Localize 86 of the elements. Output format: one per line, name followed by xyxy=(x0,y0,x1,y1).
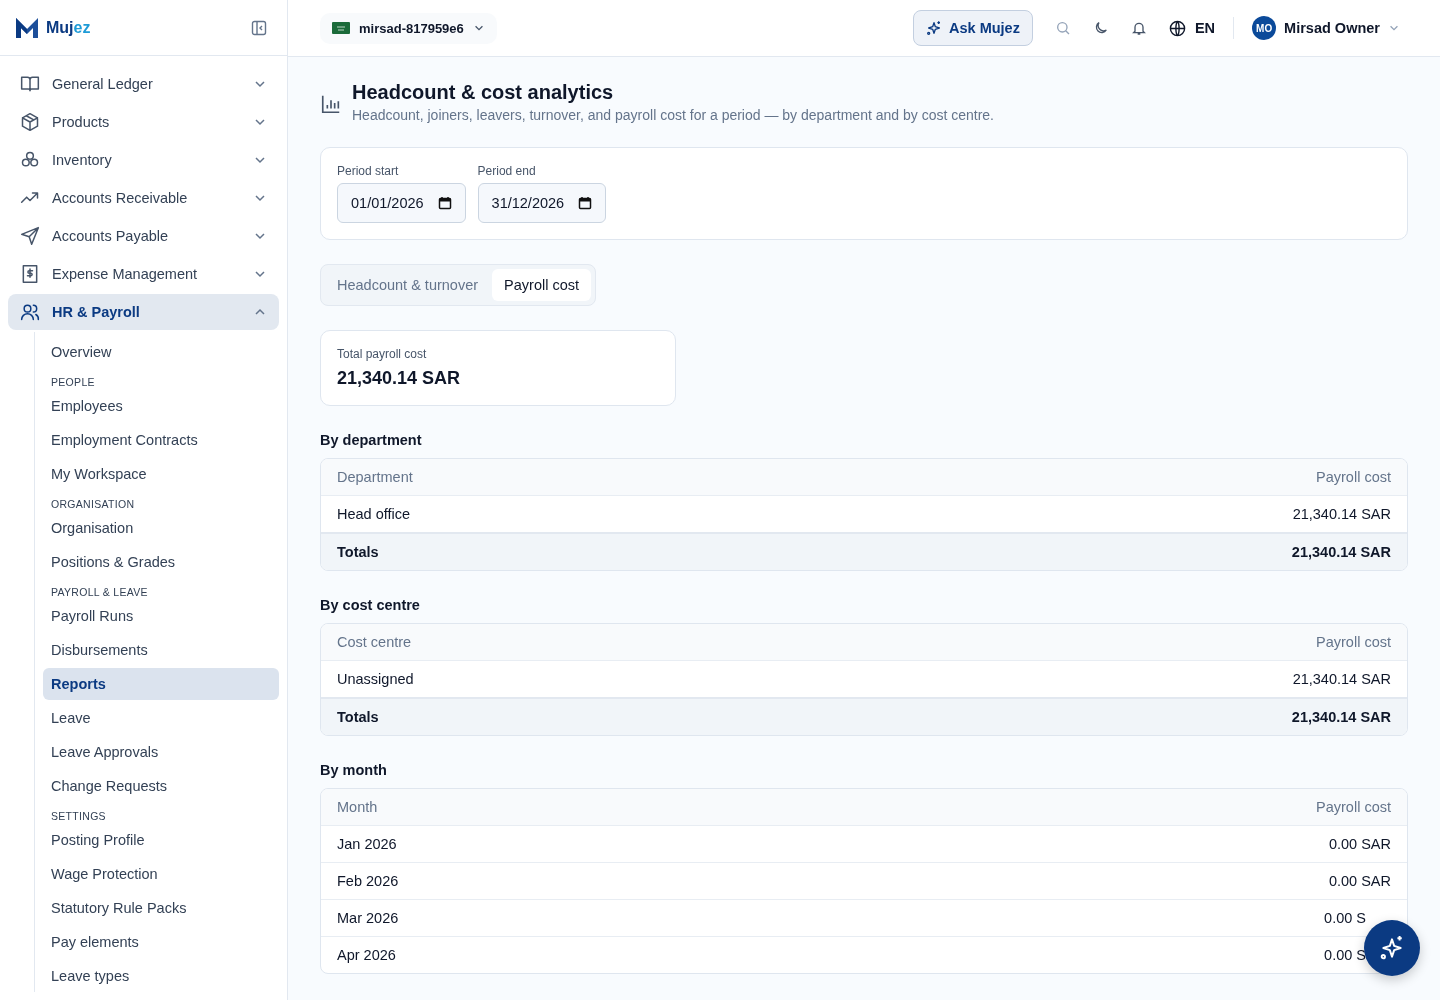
column-header: Payroll cost xyxy=(1316,634,1391,650)
nav-subitem[interactable]: Leave Approvals xyxy=(43,736,279,768)
sidebar-toggle-icon[interactable] xyxy=(251,19,267,36)
avatar: MO xyxy=(1252,16,1277,40)
page-title: Headcount & cost analytics xyxy=(352,81,615,104)
nav-subitem[interactable]: My Workspace xyxy=(43,458,279,490)
nav-subitem[interactable]: Organisation xyxy=(43,512,279,544)
globe-icon xyxy=(1168,19,1186,37)
table-cell: Unassigned xyxy=(337,671,414,687)
calendar-icon xyxy=(437,196,452,210)
column-header: Cost centre xyxy=(337,634,412,650)
section-title: By month xyxy=(320,762,388,778)
nav-subitem[interactable]: Leave types xyxy=(43,960,279,992)
section-heading: SETTINGS xyxy=(50,809,107,824)
summary-value: 21,340.14 SAR xyxy=(337,368,462,389)
nav-item[interactable]: HR & Payroll xyxy=(8,294,279,330)
field-label: Period start xyxy=(337,164,400,178)
language-switcher[interactable]: EN xyxy=(1168,19,1216,37)
logo-icon xyxy=(15,16,39,39)
section-heading: PEOPLE xyxy=(50,375,96,390)
bar-chart-icon xyxy=(320,93,342,115)
receipt-icon xyxy=(20,264,40,284)
table-cell: 21,340.14 SAR xyxy=(1292,506,1391,522)
nav-subitem[interactable]: Employment Contracts xyxy=(43,424,279,456)
column-header: Month xyxy=(337,799,378,815)
nav-subitem[interactable]: Change Requests xyxy=(43,770,279,802)
table-cell: Jan 2026 xyxy=(337,836,397,852)
column-header: Payroll cost xyxy=(1316,799,1391,815)
cubes-icon xyxy=(20,150,40,170)
table-cell: Head office xyxy=(337,506,411,522)
flag-icon xyxy=(332,22,350,34)
table-cell: Apr 2026 xyxy=(337,947,396,963)
assistant-button[interactable] xyxy=(1364,920,1420,976)
table-cell: Feb 2026 xyxy=(337,873,399,889)
date-field[interactable]: 01/01/2026 xyxy=(337,183,466,223)
total-cell: Totals xyxy=(337,544,379,560)
section-heading: ORGANISATION xyxy=(50,497,136,512)
send-icon xyxy=(20,226,40,246)
logo-text: Mujez xyxy=(46,18,91,37)
total-cell: 21,340.14 SAR xyxy=(1291,544,1391,560)
nav-subitem[interactable]: Pay elements xyxy=(43,926,279,958)
sparkle-icon xyxy=(926,20,943,36)
nav-subitem[interactable]: Leave xyxy=(43,702,279,734)
nav-subitem[interactable]: Statutory Rule Packs xyxy=(43,892,279,924)
table-cell: Mar 2026 xyxy=(337,910,399,926)
user-menu[interactable]: MO Mirsad Owner xyxy=(1252,16,1400,40)
table-cell: 0.00 SAR xyxy=(1328,836,1391,852)
nav-subitem[interactable]: Employees xyxy=(43,390,279,422)
section-title: By department xyxy=(320,432,423,448)
tab[interactable]: Payroll cost xyxy=(492,269,591,301)
nav-subitem[interactable]: Payroll Runs xyxy=(43,600,279,632)
field-label: Period end xyxy=(477,164,537,178)
section-title: By cost centre xyxy=(320,597,421,613)
table-cell: 0.00 S xyxy=(1324,910,1366,926)
nav-item[interactable]: Products xyxy=(8,104,279,140)
tab[interactable]: Headcount & turnover xyxy=(325,269,491,301)
summary-label: Total payroll cost xyxy=(337,347,428,361)
nav-subitem[interactable]: Wage Protection xyxy=(43,858,279,890)
nav-subitem[interactable]: Posting Profile xyxy=(43,824,279,856)
column-header: Payroll cost xyxy=(1316,469,1391,485)
nav-subitem[interactable]: Disbursements xyxy=(43,634,279,666)
nav-subitem[interactable]: Positions & Grades xyxy=(43,546,279,578)
sparkle-icon xyxy=(1379,935,1405,961)
section-heading: PAYROLL & LEAVE xyxy=(50,585,149,600)
page-subtitle: Headcount, joiners, leavers, turnover, and payroll cost for a period — by department and by cost centre. xyxy=(352,107,994,123)
nav-item[interactable]: Accounts Receivable xyxy=(8,180,279,216)
nav-item[interactable]: Accounts Payable xyxy=(8,218,279,254)
nav-item[interactable]: General Ledger xyxy=(8,66,279,102)
calendar-icon xyxy=(578,196,593,210)
bell-icon[interactable] xyxy=(1130,20,1147,36)
box-icon xyxy=(20,112,40,132)
table-cell: 0.00 S xyxy=(1324,947,1366,963)
nav-item[interactable]: Inventory xyxy=(8,142,279,178)
table-cell: 21,340.14 SAR xyxy=(1292,671,1391,687)
table-cell: 0.00 SAR xyxy=(1328,873,1391,889)
total-cell: Totals xyxy=(337,709,379,725)
workspace-switcher[interactable]: mirsad-817959e6 xyxy=(320,12,497,44)
nav-subitem[interactable]: Overview xyxy=(43,336,279,368)
book-icon xyxy=(20,74,40,94)
date-field[interactable]: 31/12/2026 xyxy=(477,183,607,223)
ask-button[interactable]: Ask Mujez xyxy=(913,10,1033,46)
column-header: Department xyxy=(337,469,413,485)
nav-item[interactable]: Expense Management xyxy=(8,256,279,292)
nav-subitem[interactable]: Reports xyxy=(43,668,279,700)
total-cell: 21,340.14 SAR xyxy=(1291,709,1391,725)
users-icon xyxy=(20,302,40,322)
